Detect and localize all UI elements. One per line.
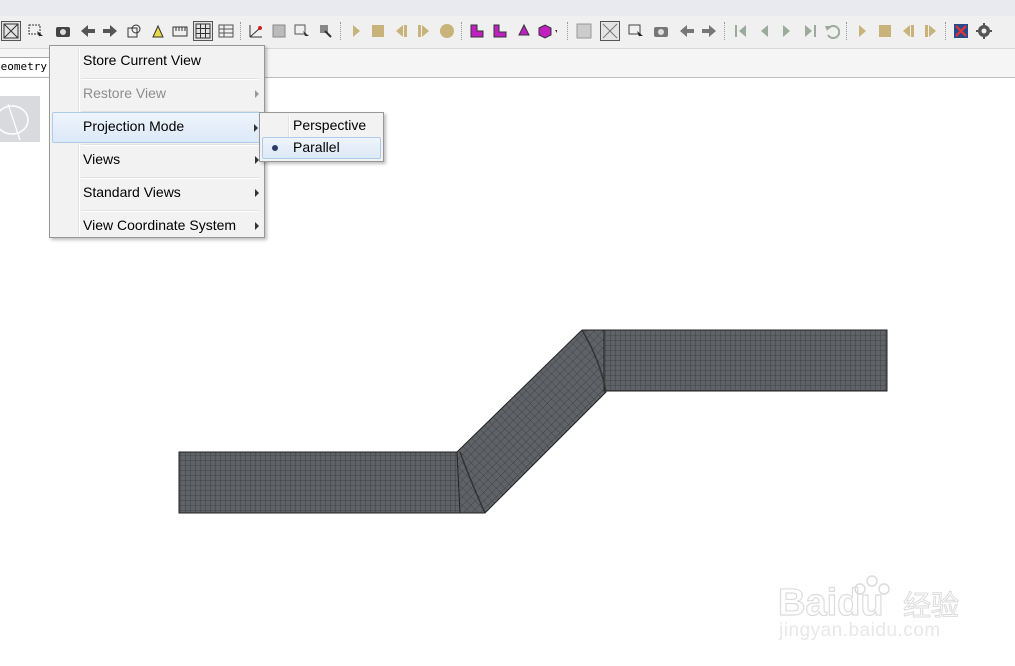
menu-item-views[interactable]: Views — [52, 145, 262, 176]
menu-item-label: Restore View — [83, 85, 167, 101]
submenu-arrow-icon — [255, 90, 259, 98]
menu-item-label: Standard Views — [83, 184, 181, 200]
projection-mode-submenu: Perspective Parallel — [259, 112, 384, 162]
radio-selected-icon — [272, 145, 278, 151]
submenu-arrow-icon — [254, 124, 258, 132]
menu-item-label: Projection Mode — [83, 118, 185, 134]
submenu-item-perspective[interactable]: Perspective — [262, 115, 381, 137]
view-context-menu: Store Current View Restore View Projecti… — [49, 45, 265, 238]
submenu-item-label: Parallel — [293, 139, 340, 155]
svg-text:经验: 经验 — [903, 589, 959, 622]
submenu-arrow-icon — [255, 222, 259, 230]
menu-item-label: View Coordinate System — [83, 217, 237, 233]
menu-item-store-current-view[interactable]: Store Current View — [52, 46, 262, 77]
svg-text:Baidu: Baidu — [778, 582, 884, 624]
mesh-geometry — [178, 329, 888, 514]
submenu-item-label: Perspective — [293, 117, 367, 133]
menu-item-label: Views — [83, 151, 121, 167]
menu-item-restore-view: Restore View — [52, 79, 262, 110]
menu-item-view-coordinate-system[interactable]: View Coordinate System — [52, 211, 262, 242]
submenu-item-parallel[interactable]: Parallel — [262, 137, 381, 159]
menu-item-standard-views[interactable]: Standard Views — [52, 178, 262, 209]
menu-item-projection-mode[interactable]: Projection Mode — [52, 112, 262, 143]
watermark-url: jingyan.baidu.com — [779, 620, 941, 641]
submenu-arrow-icon — [255, 189, 259, 197]
menu-item-label: Store Current View — [83, 52, 202, 68]
